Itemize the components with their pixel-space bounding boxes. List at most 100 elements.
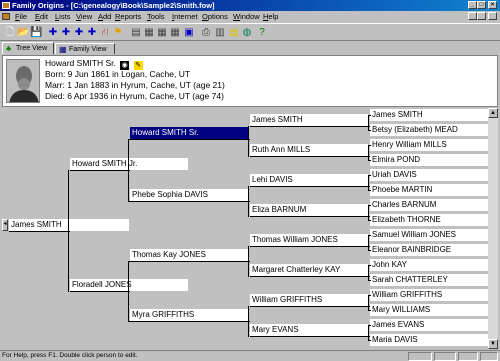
marriage-info: Marr: 1 Jan 1883 in Hyrum, Cache, UT (ag… — [45, 80, 225, 90]
person-box[interactable]: Margaret Chatterley KAY — [250, 264, 368, 276]
add-person-icon[interactable]: ✚ — [47, 27, 59, 39]
person-box[interactable]: Charles BARNUM — [370, 199, 490, 211]
person-box[interactable]: Maria DAVIS — [370, 334, 490, 346]
person-box[interactable]: Henry William MILLS — [370, 139, 490, 151]
menu-bar: File Edit Lists View Add Reports Tools I… — [0, 11, 500, 22]
person-box[interactable]: Lehi DAVIS — [250, 174, 368, 186]
menu-options[interactable]: Options — [202, 11, 228, 22]
tab-label: Family View — [69, 46, 107, 53]
connector-line — [368, 295, 369, 311]
notes-icon[interactable]: ▤ — [228, 27, 240, 39]
person-box[interactable]: Uriah DAVIS — [370, 169, 490, 181]
death-info: Died: 6 Apr 1936 in Hyrum, Cache, UT (ag… — [45, 91, 224, 101]
person-box[interactable]: Thomas Kay JONES — [130, 249, 248, 261]
help-icon[interactable]: ? — [256, 27, 268, 39]
person-box[interactable]: James EVANS — [370, 319, 490, 331]
person-box[interactable]: Mary WILLIAMS — [370, 304, 490, 316]
person-box[interactable]: Myra GRIFFITHS — [130, 309, 248, 321]
menu-tools[interactable]: Tools — [147, 11, 165, 22]
connector-line — [250, 216, 370, 217]
connector-line — [368, 235, 369, 251]
add-spouse-icon[interactable]: ✚ — [73, 27, 85, 39]
person-box[interactable]: Thomas William JONES — [250, 234, 368, 246]
person-box[interactable]: Eliza BARNUM — [250, 204, 368, 216]
connector-line — [128, 261, 131, 262]
close-button[interactable]: × — [488, 1, 497, 9]
person-box[interactable]: James SMITH — [370, 109, 490, 121]
tab-family-view[interactable]: ▦ Family View — [55, 43, 115, 54]
tab-label: Tree View — [16, 45, 48, 52]
menu-view[interactable]: View — [76, 11, 92, 22]
person-box[interactable]: John KAY — [370, 259, 490, 271]
connector-line — [368, 280, 371, 281]
person-box[interactable]: James SMITH — [9, 219, 129, 231]
person-box[interactable]: Betsy (Elizabeth) MEAD — [370, 124, 490, 136]
menu-help[interactable]: Help — [263, 11, 278, 22]
person-box[interactable]: William GRIFFITHS — [370, 289, 490, 301]
person-box[interactable]: Howard SMITH Sr. — [130, 127, 248, 139]
person-box[interactable]: Ruth Ann MILLS — [250, 144, 368, 156]
connector-line — [368, 325, 371, 326]
connector-line — [368, 295, 371, 296]
flag-icon[interactable]: ⚑ — [112, 27, 124, 39]
connector-line — [130, 261, 250, 262]
person-box[interactable]: Floradell JONES — [70, 279, 188, 291]
connector-line — [128, 139, 131, 140]
connector-line — [248, 186, 249, 217]
person-box[interactable]: Samuel William JONES — [370, 229, 490, 241]
status-cell — [480, 352, 498, 361]
open-folder-icon[interactable]: 📂 — [17, 27, 29, 39]
document-system-icon[interactable] — [2, 13, 10, 20]
connector-line — [368, 175, 369, 191]
person-box[interactable]: Phebe Sophia DAVIS — [130, 189, 248, 201]
connector-line — [70, 170, 130, 171]
person-name: Howard SMITH Sr. — [45, 58, 116, 68]
book-icon[interactable]: ▣ — [183, 27, 195, 39]
maximize-button[interactable]: □ — [477, 1, 486, 9]
person-box[interactable]: James SMITH — [250, 114, 368, 126]
scroll-down-button[interactable]: ▼ — [488, 339, 498, 349]
new-file-icon[interactable]: 🗋 — [4, 27, 16, 39]
connector-line — [368, 160, 371, 161]
menu-reports[interactable]: Reports — [115, 11, 141, 22]
connector-line — [248, 306, 249, 337]
person-box[interactable]: Mary EVANS — [250, 324, 368, 336]
family-group-icon[interactable]: ▦ — [156, 27, 168, 39]
toolbar: 🗋 📂 💾 ✚ ✚ ✚ ✚ ⛙ ⚑ ▤ ▦ ▦ ▦ ▣ ⎙ ▥ ▤ ◍? — [0, 23, 500, 41]
pedigree-chart-icon[interactable]: ▦ — [143, 27, 155, 39]
vertical-scrollbar[interactable]: ▲ ▼ — [488, 108, 498, 349]
menu-file[interactable]: File — [15, 11, 27, 22]
expand-descendants-arrow[interactable]: ◂ — [2, 219, 8, 231]
person-box[interactable]: Elmira POND — [370, 154, 490, 166]
tab-tree-view[interactable]: ♣ Tree View — [2, 42, 54, 54]
connector-line — [368, 115, 371, 116]
add-child-icon[interactable]: ✚ — [86, 27, 98, 39]
merge-icon[interactable]: ⛙ — [99, 27, 111, 39]
menu-window[interactable]: Window — [233, 11, 260, 22]
print-icon[interactable]: ⎙ — [200, 27, 212, 39]
person-box[interactable]: Sarah CHATTERLEY — [370, 274, 490, 286]
descendant-chart-icon[interactable]: ▦ — [169, 27, 181, 39]
person-box[interactable]: Phoebe MARTIN — [370, 184, 490, 196]
person-box[interactable]: William GRIFFITHS — [250, 294, 368, 306]
menu-internet[interactable]: Internet — [172, 11, 197, 22]
scroll-up-button[interactable]: ▲ — [488, 108, 498, 118]
person-box[interactable]: Eleanor BAINBRIDGE — [370, 244, 490, 256]
menu-add[interactable]: Add — [98, 11, 111, 22]
connector-line — [128, 139, 129, 202]
add-parents-icon[interactable]: ✚ — [60, 27, 72, 39]
connector-line — [368, 205, 369, 221]
minimize-button[interactable]: _ — [468, 1, 477, 9]
web-globe-icon[interactable]: ◍ — [241, 27, 253, 39]
person-box[interactable]: Elizabeth THORNE — [370, 214, 490, 226]
status-cell — [458, 352, 478, 361]
person-box[interactable]: Howard SMITH Jr. — [70, 158, 188, 170]
save-icon[interactable]: 💾 — [30, 27, 42, 39]
connector-line — [250, 186, 370, 187]
connector-line — [368, 340, 371, 341]
menu-lists[interactable]: Lists — [55, 11, 70, 22]
person-photo[interactable] — [6, 59, 40, 103]
report-icon[interactable]: ▤ — [130, 27, 142, 39]
menu-edit[interactable]: Edit — [35, 11, 48, 22]
calculator-icon[interactable]: ▥ — [214, 27, 226, 39]
